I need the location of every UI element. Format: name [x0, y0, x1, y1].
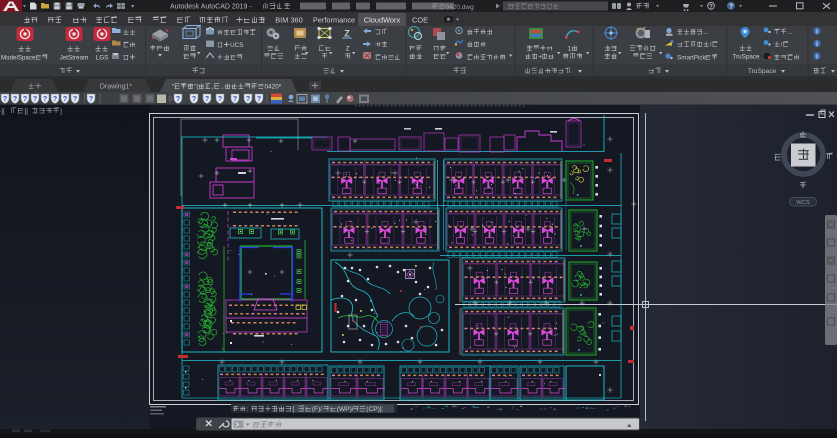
svg-text:UCS: UCS [230, 42, 243, 49]
svg-text:?: ? [192, 96, 196, 103]
svg-text:?: ? [63, 96, 67, 103]
svg-text:][: ][ [24, 108, 28, 115]
svg-text:]: ] [60, 108, 62, 115]
svg-text:?: ? [13, 96, 17, 103]
svg-text:?: ? [43, 96, 47, 103]
svg-text:+: + [538, 54, 542, 61]
svg-text:?: ? [246, 96, 250, 103]
svg-text:(CP)]:: (CP)]: [366, 406, 383, 413]
svg-text::: : [247, 406, 249, 413]
svg-text:?: ? [33, 96, 37, 103]
svg-text:Performance: Performance [313, 16, 355, 25]
svg-text:...: ... [787, 29, 792, 36]
svg-text:COE: COE [412, 16, 428, 25]
svg-text:?: ? [89, 96, 93, 103]
svg-text:(F)/: (F)/ [312, 406, 322, 413]
svg-text:1: 1 [568, 46, 572, 53]
svg-text:CloudWorx: CloudWorx [364, 16, 401, 25]
svg-text:SmartPick: SmartPick [677, 55, 707, 62]
svg-text:?: ? [205, 96, 209, 103]
svg-text:i: i [816, 28, 818, 35]
svg-text:/: / [710, 42, 712, 49]
svg-text:?: ? [233, 96, 237, 103]
svg-text:Z: Z [344, 29, 350, 39]
svg-text:?: ? [53, 96, 57, 103]
svg-text:0420.dwg: 0420.dwg [446, 4, 475, 11]
svg-text:/: / [781, 42, 783, 49]
svg-text:i: i [816, 41, 818, 48]
svg-text:Drawing1*: Drawing1* [100, 84, 133, 91]
svg-text:LGS: LGS [96, 55, 109, 62]
svg-text:,: , [212, 84, 214, 91]
svg-text:...: ... [703, 29, 708, 36]
svg-text:..: .. [220, 84, 224, 91]
svg-text:i: i [816, 53, 818, 60]
svg-text:BIM 360: BIM 360 [275, 16, 303, 25]
svg-text:Autodesk AutoCAD 2019 -: Autodesk AutoCAD 2019 - [170, 4, 252, 11]
svg-text:TruSpace: TruSpace [748, 68, 777, 75]
svg-text:?: ? [257, 96, 261, 103]
svg-text:?: ? [218, 96, 222, 103]
svg-text:[: [ [292, 406, 294, 413]
svg-text:(WP)/: (WP)/ [337, 406, 354, 413]
svg-text:?: ? [23, 96, 27, 103]
svg-text:Z: Z [346, 46, 350, 53]
svg-text:?: ? [176, 96, 180, 103]
svg-text:": " [172, 84, 174, 91]
svg-text:JetStream: JetStream [60, 55, 89, 62]
svg-text:?: ? [3, 96, 7, 103]
svg-text:WCS: WCS [796, 200, 810, 206]
svg-text:0420*: 0420* [265, 84, 282, 91]
svg-text:TruSpace: TruSpace [732, 54, 760, 61]
svg-text:?: ? [709, 3, 713, 10]
svg-text:?: ? [729, 4, 733, 11]
svg-text:ModelSpace: ModelSpace [1, 55, 36, 62]
svg-text:?: ? [73, 96, 77, 103]
svg-text:[-][: [-][ [0, 108, 5, 115]
